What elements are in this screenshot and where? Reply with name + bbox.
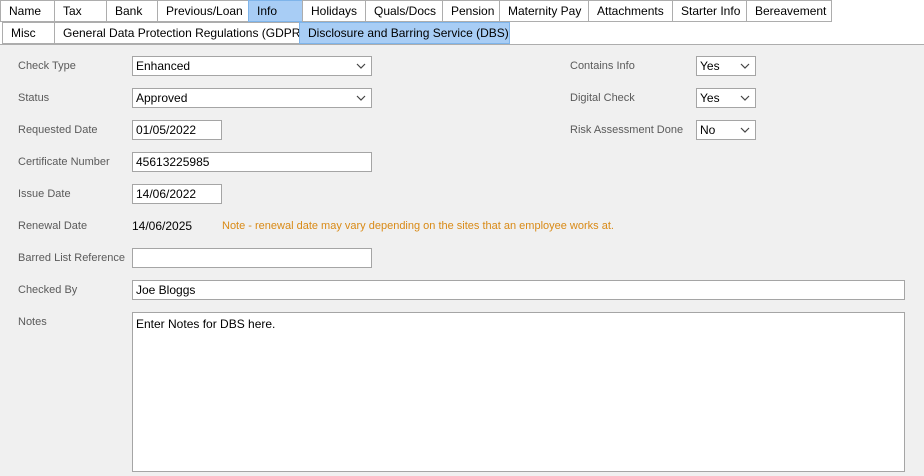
tab-holidays[interactable]: Holidays [302, 0, 365, 22]
dbs-panel: Check Type Enhanced Status Approved Requ… [0, 44, 924, 476]
notes-label: Notes [18, 316, 47, 328]
tab-name[interactable]: Name [0, 0, 54, 22]
digital-check-select[interactable]: Yes [696, 88, 756, 108]
barred-list-field[interactable] [132, 248, 372, 268]
issue-date-field[interactable]: 14/06/2022 [132, 184, 222, 204]
renewal-note: Note - renewal date may vary depending o… [222, 220, 614, 232]
tab-quals-docs[interactable]: Quals/Docs [365, 0, 442, 22]
chevron-down-icon [356, 63, 366, 69]
checked-by-field[interactable]: Joe Bloggs [132, 280, 905, 300]
issue-date-label: Issue Date [18, 188, 71, 200]
tab-maternity-pay[interactable]: Maternity Pay [499, 0, 588, 22]
chevron-down-icon [740, 63, 750, 69]
status-select[interactable]: Approved [132, 88, 372, 108]
subtab-dbs[interactable]: Disclosure and Barring Service (DBS) [299, 22, 510, 44]
tab-bereavement[interactable]: Bereavement [746, 0, 832, 22]
check-type-value: Enhanced [136, 59, 191, 73]
subtab-gdpr[interactable]: General Data Protection Regulations (GDP… [54, 22, 304, 44]
certificate-number-label: Certificate Number [18, 156, 110, 168]
subtab-misc[interactable]: Misc [2, 22, 54, 44]
tab-attachments[interactable]: Attachments [588, 0, 672, 22]
renewal-date-value: 14/06/2025 [132, 219, 193, 233]
chevron-down-icon [356, 95, 366, 101]
notes-textarea[interactable]: Enter Notes for DBS here. [132, 312, 905, 472]
tab-previous-loan[interactable]: Previous/Loan [157, 0, 248, 22]
tab-info[interactable]: Info [248, 0, 302, 22]
contains-info-value: Yes [700, 59, 720, 73]
checked-by-label: Checked By [18, 284, 78, 296]
requested-date-field[interactable]: 01/05/2022 [132, 120, 222, 140]
chevron-down-icon [740, 127, 750, 133]
status-label: Status [18, 92, 50, 104]
risk-assessment-select[interactable]: No [696, 120, 756, 140]
digital-check-label: Digital Check [570, 92, 635, 104]
check-type-label: Check Type [18, 60, 76, 72]
tab-bank[interactable]: Bank [106, 0, 157, 22]
certificate-number-field[interactable]: 45613225985 [132, 152, 372, 172]
risk-assessment-label: Risk Assessment Done [570, 124, 684, 136]
digital-check-value: Yes [700, 91, 720, 105]
risk-assessment-value: No [700, 123, 716, 137]
renewal-date-label: Renewal Date [18, 220, 88, 232]
requested-date-label: Requested Date [18, 124, 98, 136]
contains-info-select[interactable]: Yes [696, 56, 756, 76]
tab-pension[interactable]: Pension [442, 0, 499, 22]
contains-info-label: Contains Info [570, 60, 635, 72]
chevron-down-icon [740, 95, 750, 101]
tab-tax[interactable]: Tax [54, 0, 106, 22]
status-value: Approved [136, 91, 188, 105]
barred-list-label: Barred List Reference [18, 252, 125, 264]
tab-starter-info[interactable]: Starter Info [672, 0, 746, 22]
check-type-select[interactable]: Enhanced [132, 56, 372, 76]
